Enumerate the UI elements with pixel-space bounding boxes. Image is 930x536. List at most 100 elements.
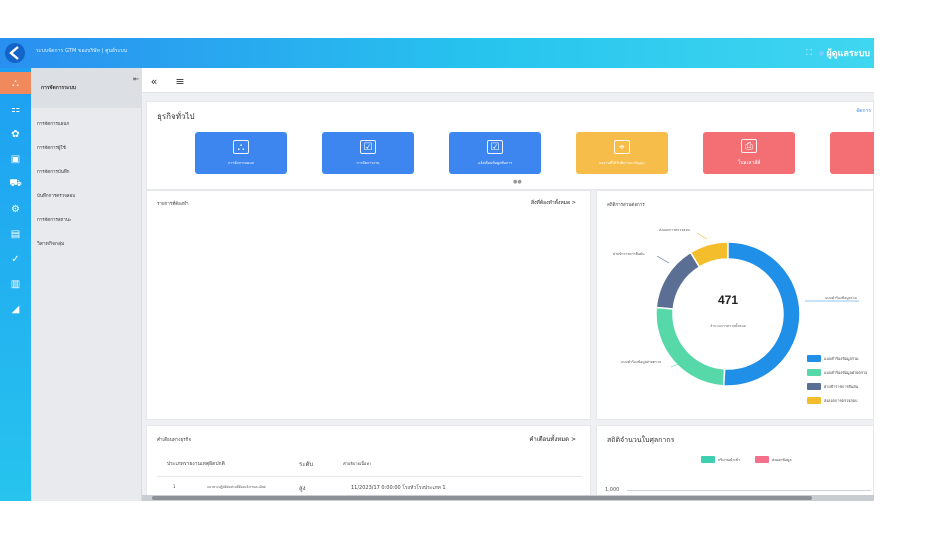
gear-icon[interactable]: ⚙ bbox=[0, 198, 31, 220]
customs-stats-panel: สถิติจำนวนใบศุลกากร ปริมาณนำเข้า ส่งออกข… bbox=[596, 425, 874, 501]
notices-panel: คำเตือนทางธุรกิจ คำเตือนทั้งหมด > ประเภท… bbox=[146, 425, 591, 501]
legend-swatch bbox=[807, 355, 821, 362]
legend-label: ส่งออกการตรวจสอบ bbox=[824, 397, 858, 403]
card-department[interactable]: ⛬ การจัดการแผนก bbox=[195, 132, 287, 174]
card-notify[interactable]: ☑ แจ้งเตือนข้อผูกพันการ bbox=[449, 132, 541, 174]
legend-item[interactable]: ปริมาณนำเข้า bbox=[701, 456, 740, 463]
calendar-check-icon: ☑ bbox=[360, 140, 376, 154]
general-panel: ธุรกิจทั่วไป จัดการ ⛬ การจัดการแผนก ☑ กา… bbox=[146, 101, 874, 190]
legend-item[interactable]: แบบคำร้องข้อมูลฝ่ายตรวจ bbox=[807, 369, 867, 376]
callout-label: ส่งออกการตรวจสอบ bbox=[659, 228, 690, 232]
top-bar: ระบบจัดการ GTM ของบริษัท | ศูนย์ระบบ ⛶ ผ… bbox=[0, 38, 874, 68]
y-tick-label: 1,000 bbox=[605, 487, 620, 493]
row-description: 11/2023/17 0:00:00 โรงหัวโรงประเภท 1 bbox=[351, 485, 446, 491]
sidebar-toggle-icon[interactable]: ⇤ bbox=[133, 75, 139, 83]
collapse-icon[interactable]: « bbox=[144, 72, 164, 90]
todo-panel: รายการที่ต้องทำ สิ่งที่ต้องทำทั้งหมด > bbox=[146, 190, 591, 420]
legend-label: ฝ่ายข้าราชการยืนยัน bbox=[824, 383, 859, 389]
legend-label: ปริมาณนำเข้า bbox=[718, 457, 741, 462]
card-print[interactable]: ⎙ โบลเลาส์ส์ bbox=[703, 132, 795, 174]
user-menu[interactable]: ผู้ดูแลระบบ bbox=[819, 46, 870, 60]
legend-swatch bbox=[755, 456, 769, 463]
legend-item[interactable]: ส่งออกข้อมูล bbox=[755, 456, 792, 463]
card-more[interactable] bbox=[830, 132, 874, 174]
sidebar-item-status[interactable]: การจัดการสถานะ bbox=[37, 216, 71, 223]
sidebar-item-users[interactable]: การจัดการผู้ใช้ bbox=[37, 144, 66, 151]
callout-line bbox=[656, 255, 670, 264]
card-label: แจ้งเตือนข้อผูกพันการ bbox=[477, 161, 513, 165]
sidebar-item-records[interactable]: การจัดการบันทึก bbox=[37, 168, 70, 175]
sidebar-item-department[interactable]: การจัดการแผนก bbox=[37, 120, 69, 127]
legend-label: ส่งออกข้อมูล bbox=[772, 457, 792, 462]
printer-icon: ⎙ bbox=[741, 139, 757, 153]
paw-icon[interactable]: ✿ bbox=[0, 123, 31, 145]
notices-all-link[interactable]: คำเตือนทั้งหมด > bbox=[529, 434, 576, 444]
manage-link[interactable]: จัดการ bbox=[856, 107, 871, 115]
sidebar-item-enterprise[interactable]: วิสาหกิจกลุ่ม bbox=[37, 240, 64, 248]
callout-line bbox=[696, 232, 708, 240]
carousel-dots[interactable]: ●● bbox=[513, 179, 522, 185]
legend-item[interactable]: แบบคำร้องข้อมูลร่วม bbox=[807, 355, 859, 362]
legend-item[interactable]: ส่งออกการตรวจสอบ bbox=[807, 397, 857, 404]
donut-center-value: 471 bbox=[718, 293, 738, 307]
callout-label: ฝ่ายข้าราชการยืนยัน bbox=[613, 251, 645, 256]
card-results[interactable]: ⌖ ผลงานที่ได้รับพิจารณาปัญญา bbox=[576, 132, 668, 174]
location-icon: ⌖ bbox=[614, 140, 630, 154]
gridline bbox=[627, 490, 871, 491]
callout-label: แบบคำร้องข้อมูลฝ่ายตรวจ bbox=[621, 360, 661, 364]
menu-icon[interactable]: ≡ bbox=[170, 72, 190, 90]
legend-swatch bbox=[807, 369, 821, 376]
app-title: ระบบจัดการ GTM ของบริษัท | ศูนย์ระบบ bbox=[36, 48, 128, 54]
row-index: 1 bbox=[173, 484, 176, 489]
customs-title: สถิติจำนวนใบศุลกากร bbox=[607, 436, 675, 444]
column-header: ประเภทรายงานเหตุผิดปกติ bbox=[167, 461, 225, 467]
app-logo bbox=[5, 43, 25, 63]
clipboard-icon[interactable]: ▥ bbox=[0, 273, 31, 295]
legend-label: แบบคำร้องข้อมูลร่วม bbox=[824, 355, 859, 361]
sidebar-header: การจัดการระบบ bbox=[31, 68, 142, 108]
avatar bbox=[819, 51, 825, 56]
sitemap-icon: ⛬ bbox=[233, 140, 249, 154]
row-type: แนวทางปฏิบัติต่อส่วนที่ต้องแจ้งรายละเอีย… bbox=[207, 485, 266, 489]
sidebar-title: การจัดการระบบ bbox=[41, 85, 76, 91]
legend-swatch bbox=[701, 456, 715, 463]
tab-bar: « ≡ bbox=[142, 68, 874, 93]
row-divider bbox=[157, 476, 582, 477]
card-label: โบลเลาส์ส์ bbox=[737, 160, 761, 166]
horizontal-scrollbar[interactable] bbox=[142, 495, 874, 501]
truck-icon[interactable]: ⛟ bbox=[0, 173, 31, 195]
column-header: ระดับ bbox=[299, 461, 314, 468]
user-name: ผู้ดูแลระบบ bbox=[826, 49, 870, 59]
sitemap-icon[interactable]: ⛬ bbox=[0, 72, 31, 94]
callout-label: แบบคำร้องข้อมูลร่วม bbox=[825, 296, 857, 300]
card-label: การจัดการแผนก bbox=[228, 161, 254, 165]
donut-slice[interactable] bbox=[655, 251, 701, 310]
legend-swatch bbox=[807, 383, 821, 390]
todo-title: รายการที่ต้องทำ bbox=[157, 202, 189, 207]
row-level: สูง bbox=[299, 485, 306, 492]
legend-swatch bbox=[807, 397, 821, 404]
document-icon[interactable]: ▤ bbox=[0, 223, 31, 245]
donut-slice[interactable] bbox=[722, 241, 801, 387]
stats-panel: สถิติการส่วนต่อการ 471 จำนวนการตรวจทั้งห… bbox=[596, 190, 874, 420]
legend-label: แบบคำร้องข้อมูลฝ่ายตรวจ bbox=[824, 369, 868, 375]
donut-slice[interactable] bbox=[655, 306, 726, 387]
card-label: การจัดการงาน bbox=[356, 161, 380, 165]
sidebar-item-audit-log[interactable]: บันทึกการตรวจสอบ bbox=[37, 192, 75, 199]
chart-icon[interactable]: ◢ bbox=[0, 298, 31, 320]
card-label: ผลงานที่ได้รับพิจารณาปัญญา bbox=[599, 161, 645, 165]
todo-all-link[interactable]: สิ่งที่ต้องทำทั้งหมด > bbox=[531, 199, 576, 207]
donut-center-label: จำนวนการตรวจทั้งหมด bbox=[710, 323, 746, 328]
check-circle-icon[interactable]: ✓ bbox=[0, 248, 31, 270]
calendar-check-icon: ☑ bbox=[487, 140, 503, 154]
legend-item[interactable]: ฝ่ายข้าราชการยืนยัน bbox=[807, 383, 858, 390]
column-header: คำอธิบายเนื้อหา bbox=[343, 461, 372, 466]
sidebar: การจัดการระบบ ⇤ การจัดการแผนก การจัดการผ… bbox=[31, 68, 142, 501]
notices-title: คำเตือนทางธุรกิจ bbox=[157, 438, 191, 443]
fullscreen-icon[interactable]: ⛶ bbox=[806, 48, 812, 58]
card-tasks[interactable]: ☑ การจัดการงาน bbox=[322, 132, 414, 174]
icon-rail: ⛬ ⚏ ✿ ▣ ⛟ ⚙ ▤ ✓ ▥ ◢ bbox=[0, 68, 31, 501]
monitor-icon[interactable]: ▣ bbox=[0, 148, 31, 170]
grid-icon[interactable]: ⚏ bbox=[0, 98, 31, 120]
scrollbar-thumb[interactable] bbox=[152, 496, 812, 500]
